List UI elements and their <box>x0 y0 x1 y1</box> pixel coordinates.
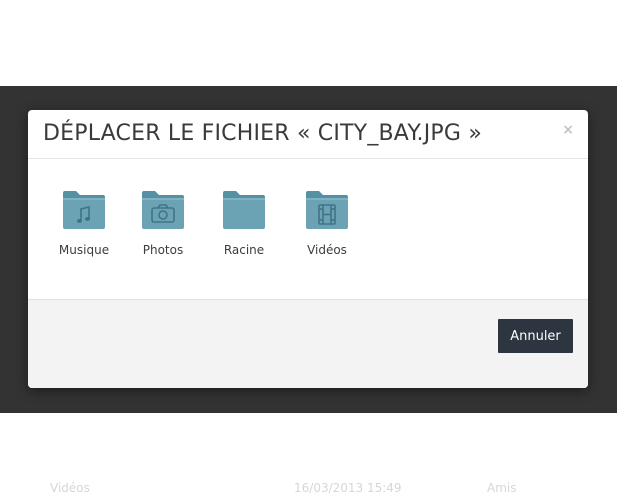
folder-label: Musique <box>58 243 110 257</box>
background-file-row: Vidéos 16/03/2013 15:49 Amis <box>0 481 617 499</box>
folder-label: Racine <box>223 243 265 257</box>
dialog-title: DÉPLACER LE FICHIER « CITY_BAY.JPG » <box>43 121 482 146</box>
background-file-share: Amis <box>487 481 517 495</box>
move-file-dialog: DÉPLACER LE FICHIER « CITY_BAY.JPG » × M… <box>28 110 588 388</box>
dialog-header: DÉPLACER LE FICHIER « CITY_BAY.JPG » × <box>28 110 588 159</box>
folder-item-musique[interactable]: Musique <box>49 189 119 257</box>
folder-item-videos[interactable]: Vidéos <box>292 189 362 257</box>
camera-folder-icon <box>142 191 184 229</box>
dialog-footer: Annuler <box>28 299 588 388</box>
folder-item-photos[interactable]: Photos <box>128 189 198 257</box>
folder-label: Photos <box>142 243 184 257</box>
dialog-body: Musique Photos Racine Vidéos <box>28 159 588 299</box>
folder-label: Vidéos <box>307 243 347 257</box>
music-folder-icon <box>63 191 105 229</box>
cancel-button[interactable]: Annuler <box>498 319 573 353</box>
film-folder-icon <box>306 191 348 229</box>
folder-item-racine[interactable]: Racine <box>209 189 279 257</box>
background-file-name: Vidéos <box>50 481 90 495</box>
folder-icon <box>223 191 265 229</box>
background-file-date: 16/03/2013 15:49 <box>294 481 402 495</box>
close-icon[interactable]: × <box>562 122 574 138</box>
